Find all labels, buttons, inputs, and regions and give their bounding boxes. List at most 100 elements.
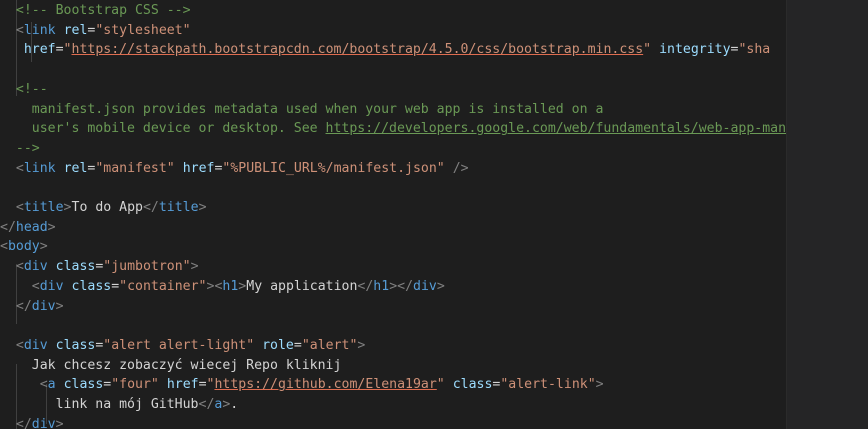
code-token: "alert-link" [500, 377, 596, 393]
code-token: div [413, 278, 437, 294]
code-token: . [230, 397, 239, 412]
code-token: class [71, 278, 112, 294]
code-token: > [595, 377, 604, 393]
code-line[interactable]: <div class="jumbotron"> [0, 257, 199, 277]
code-token: user's mobile device or desktop. See [31, 121, 326, 137]
code-token: < [39, 377, 48, 393]
code-line[interactable]: <link rel="stylesheet" [0, 21, 191, 41]
code-token: rel [63, 22, 88, 38]
code-token: </ [397, 278, 414, 294]
code-line[interactable]: --> [0, 139, 40, 159]
code-token: title [158, 200, 199, 215]
code-line[interactable]: </div> [0, 297, 64, 317]
code-token: div [31, 416, 56, 429]
code-token: body [7, 239, 40, 255]
code-line[interactable]: link na mój GitHub</a>. [0, 395, 239, 415]
code-token: <!-- [15, 81, 48, 97]
code-token: class [55, 337, 96, 353]
code-token: integrity [659, 42, 731, 58]
code-line[interactable]: Jak chcesz zobaczyć wiecej Repo kliknij [0, 356, 342, 376]
code-token: < [31, 278, 40, 294]
code-token: "alert alert-light" [103, 337, 255, 353]
code-token: < [15, 259, 24, 275]
code-token: link na mój GitHub [55, 397, 199, 412]
code-line[interactable]: </head> [0, 218, 56, 238]
code-token: h1 [373, 278, 390, 294]
code-token: rel [63, 160, 88, 176]
code-token: > [389, 278, 398, 294]
code-line[interactable]: <div class="alert alert-light" role="ale… [0, 336, 365, 356]
code-line[interactable]: <title>To do App</title> [0, 198, 207, 218]
code-line[interactable]: <div class="container"><h1>My applicatio… [0, 277, 445, 297]
code-token: > [39, 239, 48, 255]
code-token: > [436, 278, 445, 294]
code-token: < [15, 160, 24, 176]
code-token: href [23, 42, 56, 58]
code-token: < [15, 337, 24, 353]
code-token: </ [15, 416, 32, 429]
code-token: head [15, 219, 48, 235]
code-token: > [198, 200, 207, 215]
code-token: "alert" [301, 337, 358, 353]
code-token: My application [246, 278, 358, 294]
code-token: https://stackpath.bootstrapcdn.com/boots… [71, 42, 644, 58]
code-token: </ [15, 298, 32, 314]
code-token: </ [357, 278, 374, 294]
code-line[interactable]: <!-- Bootstrap CSS --> [0, 1, 191, 21]
code-token: class [452, 377, 493, 393]
minimap[interactable] [786, 0, 868, 429]
code-token: < [0, 239, 8, 255]
code-line[interactable]: href="https://stackpath.bootstrapcdn.com… [0, 40, 770, 60]
code-line[interactable]: user's mobile device or desktop. See htt… [0, 119, 786, 139]
code-token: = [198, 377, 207, 393]
code-token: = [293, 337, 302, 353]
code-token: "jumbotron" [103, 259, 191, 275]
code-line[interactable]: <body> [0, 237, 48, 257]
code-token: " [436, 377, 445, 393]
code-line[interactable]: <a class="four" href="https://github.com… [0, 375, 604, 395]
code-token: " [63, 42, 72, 58]
code-token: div [23, 337, 48, 353]
code-token: = [55, 42, 64, 58]
code-token: https://github.com/Elena19ar [214, 377, 437, 393]
code-token: role [262, 337, 294, 353]
code-line[interactable]: manifest.json provides metadata used whe… [0, 100, 604, 120]
code-token: link [23, 160, 56, 176]
code-token: "stylesheet" [95, 22, 191, 38]
code-token: </ [0, 219, 16, 235]
code-token: "manifest" [95, 160, 175, 176]
code-editor[interactable]: <!-- Bootstrap CSS --> <link rel="styles… [0, 0, 786, 429]
code-line[interactable]: </div> [0, 415, 64, 429]
code-token: > [190, 259, 199, 275]
code-token: --> [15, 140, 40, 156]
code-line[interactable]: <link rel="manifest" href="%PUBLIC_URL%/… [0, 159, 469, 179]
code-token: </ [198, 397, 215, 412]
code-token: href [182, 160, 215, 176]
code-token: < [15, 200, 24, 215]
code-token: > [63, 200, 72, 215]
code-token: href [166, 377, 199, 393]
code-token: a [47, 377, 56, 393]
code-token: "sha [738, 42, 771, 58]
code-line[interactable]: <!-- [0, 80, 48, 100]
